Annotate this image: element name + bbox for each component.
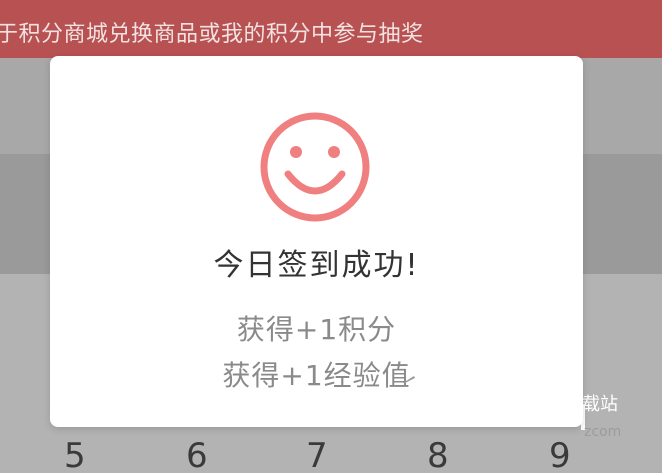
watermark: 载站: [582, 394, 618, 415]
calendar-row: 5 6 7 8 9: [0, 430, 662, 473]
reward-experience: 获得+1经验值: [222, 359, 411, 392]
calendar-day[interactable]: 7: [306, 436, 328, 473]
calendar-day[interactable]: 8: [427, 436, 449, 473]
banner-text: 于积分商城兑换商品或我的积分中参与抽奖: [0, 22, 424, 47]
calendar-day[interactable]: 5: [64, 436, 86, 473]
calendar-day[interactable]: 6: [186, 436, 208, 473]
calendar-day[interactable]: 9: [549, 436, 571, 473]
sign-in-success-dialog: 今日签到成功! 获得+1积分 获得+1经验值: [50, 56, 583, 427]
smile-icon: [260, 112, 370, 222]
watermark-sub: zcom: [584, 424, 622, 440]
pen-icon: [403, 376, 415, 383]
top-banner: 于积分商城兑换商品或我的积分中参与抽奖: [0, 0, 662, 58]
dialog-title: 今日签到成功!: [213, 248, 420, 283]
reward-points: 获得+1积分: [236, 313, 397, 346]
